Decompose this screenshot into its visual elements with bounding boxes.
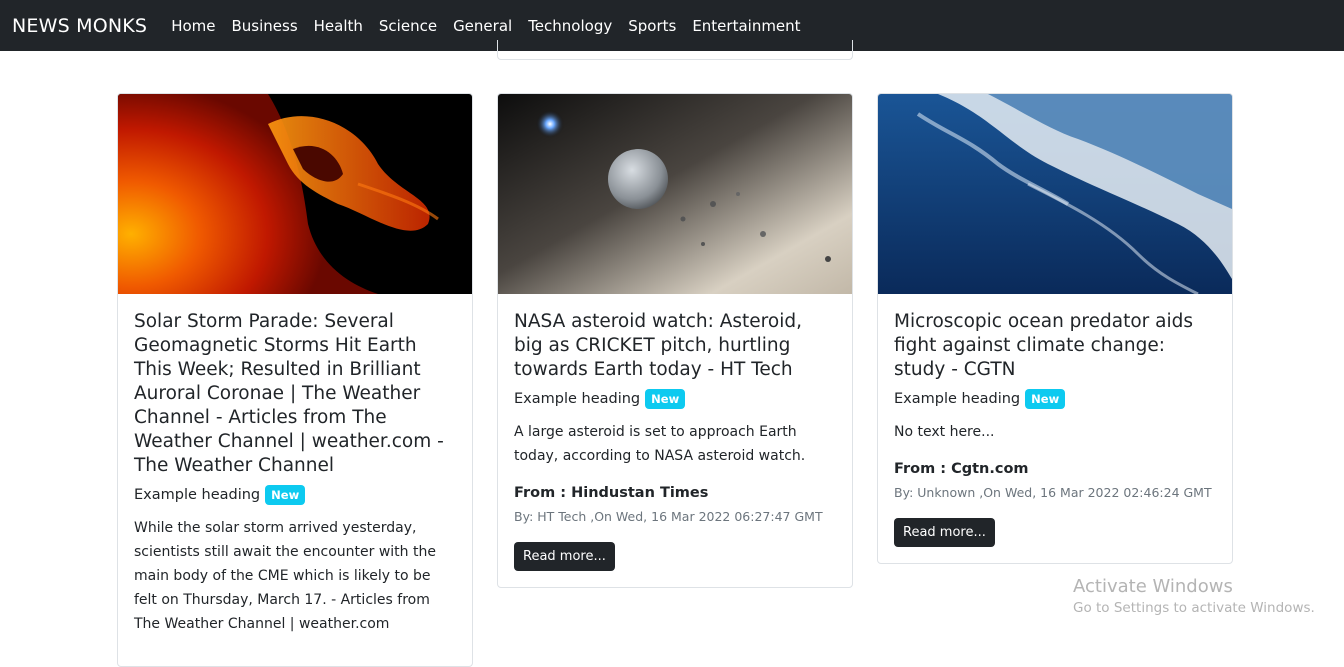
news-card-asteroid: NASA asteroid watch: Asteroid, big as CR… bbox=[497, 93, 853, 588]
watermark-title: Activate Windows bbox=[1073, 576, 1233, 597]
heading-text: Example heading bbox=[514, 391, 641, 407]
nav-link-home[interactable]: Home bbox=[171, 17, 215, 35]
new-badge: New bbox=[645, 389, 686, 409]
article-title: Solar Storm Parade: Several Geomagnetic … bbox=[134, 311, 444, 476]
article-meta: By: Unknown ,On Wed, 16 Mar 2022 02:46:2… bbox=[894, 485, 1212, 500]
article-source: From : Cgtn.com bbox=[894, 461, 1029, 477]
nav-link-technology[interactable]: Technology bbox=[528, 17, 612, 35]
nav-link-health[interactable]: Health bbox=[314, 17, 363, 35]
ocean-wave-image bbox=[878, 94, 1232, 294]
activate-windows-watermark: Activate Windows Go to Settings to activ… bbox=[1073, 575, 1315, 617]
previous-card-bottom bbox=[497, 40, 853, 60]
nav-link-sports[interactable]: Sports bbox=[628, 17, 676, 35]
nav-link-entertainment[interactable]: Entertainment bbox=[692, 17, 800, 35]
brand-logo[interactable]: NEWS MONKS bbox=[12, 15, 147, 37]
news-card-solar-storm: Solar Storm Parade: Several Geomagnetic … bbox=[117, 93, 473, 667]
news-card-ocean: Microscopic ocean predator aids fight ag… bbox=[877, 93, 1233, 564]
heading-text: Example heading bbox=[134, 487, 261, 503]
new-badge: New bbox=[265, 485, 306, 505]
article-meta: By: HT Tech ,On Wed, 16 Mar 2022 06:27:4… bbox=[514, 509, 823, 524]
read-more-button[interactable]: Read more... bbox=[894, 518, 995, 547]
new-badge: New bbox=[1025, 389, 1066, 409]
article-description: While the solar storm arrived yesterday,… bbox=[134, 520, 436, 632]
nav-link-science[interactable]: Science bbox=[379, 17, 437, 35]
example-heading: Example heading New bbox=[894, 388, 1216, 410]
solar-flare-image bbox=[118, 94, 472, 294]
nav-link-general[interactable]: General bbox=[453, 17, 512, 35]
watermark-subtitle: Go to Settings to activate Windows. bbox=[1073, 600, 1315, 616]
heading-text: Example heading bbox=[894, 391, 1021, 407]
article-description: No text here... bbox=[894, 424, 995, 440]
article-description: A large asteroid is set to approach Eart… bbox=[514, 424, 806, 464]
read-more-button[interactable]: Read more... bbox=[514, 542, 615, 571]
example-heading: Example heading New bbox=[134, 484, 456, 506]
article-source: From : Hindustan Times bbox=[514, 485, 709, 501]
example-heading: Example heading New bbox=[514, 388, 836, 410]
article-title: Microscopic ocean predator aids fight ag… bbox=[894, 311, 1193, 380]
asteroid-image bbox=[498, 94, 852, 294]
article-title: NASA asteroid watch: Asteroid, big as CR… bbox=[514, 311, 802, 380]
nav-link-business[interactable]: Business bbox=[231, 17, 297, 35]
